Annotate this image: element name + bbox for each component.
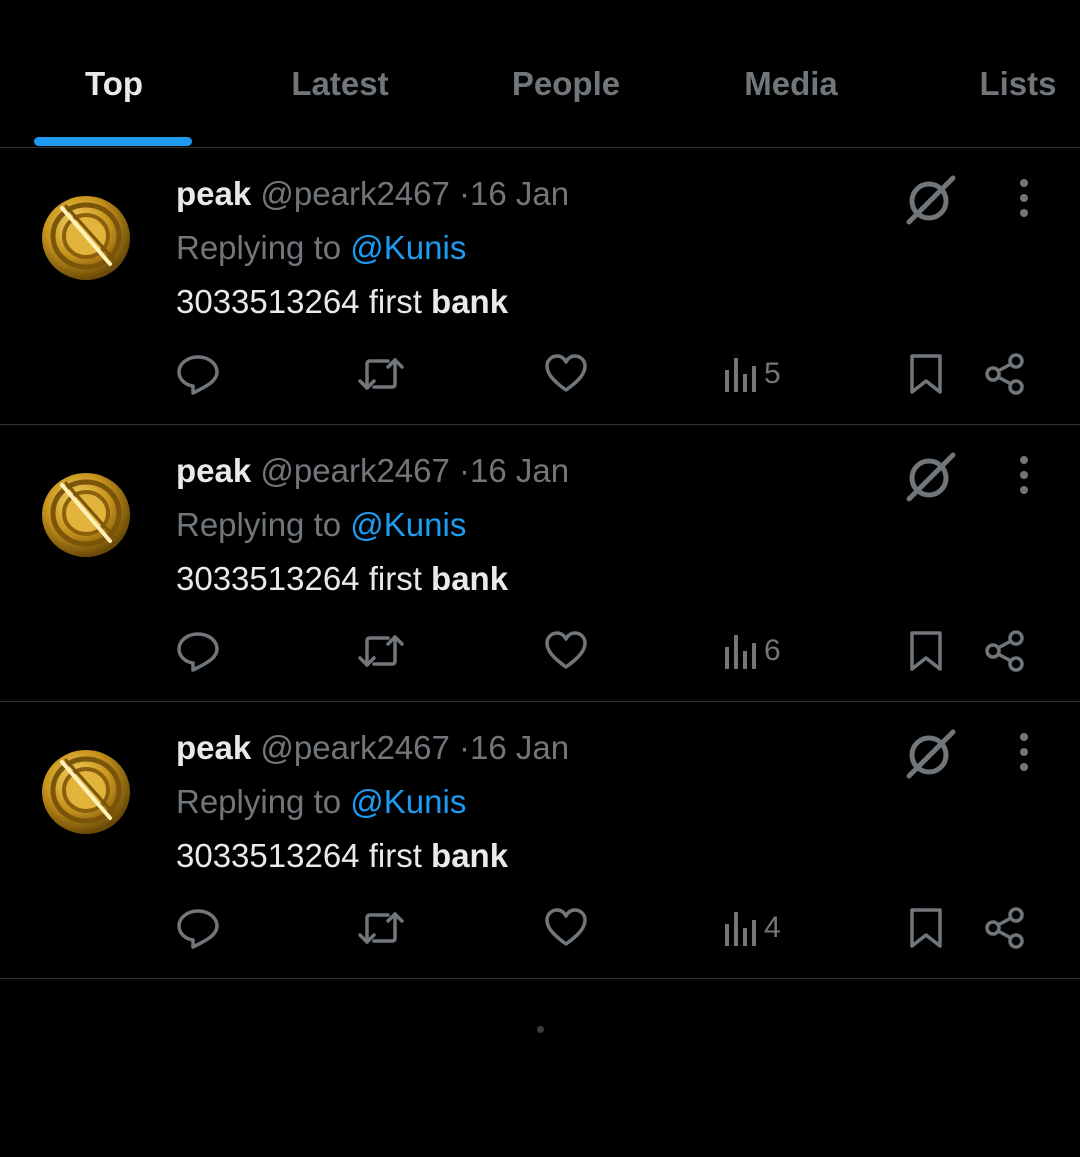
author-handle[interactable]: @peark2467 [260, 452, 449, 489]
search-tabs: Top Latest People Media Lists [0, 0, 1080, 148]
avatar[interactable] [40, 744, 132, 836]
reply-button[interactable] [176, 629, 220, 673]
reply-icon [177, 909, 219, 949]
tab-top[interactable]: Top [62, 62, 166, 106]
repost-icon [358, 912, 404, 944]
reply-icon [177, 355, 219, 395]
author-handle[interactable]: @peark2467 [260, 175, 449, 212]
bookmark-icon [910, 908, 942, 948]
reply-button[interactable] [176, 906, 220, 950]
post-text-bold: bank [431, 837, 509, 874]
views-count: 4 [764, 911, 781, 944]
heart-icon [545, 631, 587, 669]
separator-dot: · [459, 175, 471, 212]
repost-button[interactable] [358, 352, 404, 396]
views-button[interactable]: 4 [722, 906, 781, 950]
post-text-bold: bank [431, 560, 509, 597]
post-text-plain: 3033513264 first [176, 837, 422, 874]
post-text-plain: 3033513264 first [176, 560, 422, 597]
bookmark-icon [910, 631, 942, 671]
author-handle[interactable]: @peark2467 [260, 729, 449, 766]
views-icon [725, 358, 756, 392]
bookmark-icon [910, 354, 942, 394]
post-date[interactable]: 16 Jan [470, 452, 569, 489]
grok-icon[interactable] [903, 172, 957, 226]
share-button[interactable] [983, 906, 1027, 950]
share-icon [985, 907, 1024, 949]
reply-button[interactable] [176, 352, 220, 396]
repost-icon [358, 635, 404, 667]
bookmark-button[interactable] [906, 352, 946, 396]
tab-people[interactable]: People [494, 62, 638, 106]
heart-icon [545, 908, 587, 946]
bookmark-button[interactable] [906, 906, 946, 950]
like-button[interactable] [544, 906, 588, 950]
post-text: 3033513264 first bank [176, 282, 508, 322]
share-icon [985, 630, 1024, 672]
views-icon [725, 912, 756, 946]
separator-dot: · [459, 729, 471, 766]
separator-dot: · [459, 452, 471, 489]
replying-prefix: Replying to [176, 506, 342, 543]
post-header: peak @peark2467 ·16 Jan [176, 451, 569, 491]
like-button[interactable] [544, 352, 588, 396]
post-text: 3033513264 first bank [176, 559, 508, 599]
author-name[interactable]: peak [176, 452, 251, 489]
more-vertical-icon[interactable] [1008, 178, 1040, 218]
replying-prefix: Replying to [176, 783, 342, 820]
bookmark-button[interactable] [906, 629, 946, 673]
post-date[interactable]: 16 Jan [470, 729, 569, 766]
post-text: 3033513264 first bank [176, 836, 508, 876]
tab-media[interactable]: Media [724, 62, 858, 106]
heart-icon [545, 354, 587, 392]
share-icon [985, 353, 1024, 395]
share-button[interactable] [983, 629, 1027, 673]
replying-to-line: Replying to @Kunis [176, 505, 466, 545]
post-header: peak @peark2467 ·16 Jan [176, 174, 569, 214]
tab-lists[interactable]: Lists [962, 62, 1074, 106]
loading-indicator [537, 1026, 544, 1033]
repost-icon [358, 358, 404, 390]
grok-icon[interactable] [903, 449, 957, 503]
post[interactable]: peak @peark2467 ·16 Jan Replying to @Kun… [0, 425, 1080, 702]
more-vertical-icon[interactable] [1008, 732, 1040, 772]
like-button[interactable] [544, 629, 588, 673]
replying-to-line: Replying to @Kunis [176, 782, 466, 822]
views-count: 6 [764, 634, 781, 667]
grok-icon[interactable] [903, 726, 957, 780]
views-icon [725, 635, 756, 669]
tab-latest[interactable]: Latest [270, 62, 410, 106]
views-button[interactable]: 5 [722, 352, 781, 396]
avatar[interactable] [40, 190, 132, 282]
share-button[interactable] [983, 352, 1027, 396]
mention-link[interactable]: @Kunis [350, 783, 466, 820]
repost-button[interactable] [358, 906, 404, 950]
post-text-plain: 3033513264 first [176, 283, 422, 320]
repost-button[interactable] [358, 629, 404, 673]
post[interactable]: peak @peark2467 ·16 Jan Replying to @Kun… [0, 702, 1080, 979]
replying-prefix: Replying to [176, 229, 342, 266]
replying-to-line: Replying to @Kunis [176, 228, 466, 268]
post-text-bold: bank [431, 283, 509, 320]
views-button[interactable]: 6 [722, 629, 781, 673]
post-header: peak @peark2467 ·16 Jan [176, 728, 569, 768]
post[interactable]: peak @peark2467 ·16 Jan Replying to @Kun… [0, 148, 1080, 425]
mention-link[interactable]: @Kunis [350, 229, 466, 266]
author-name[interactable]: peak [176, 175, 251, 212]
mention-link[interactable]: @Kunis [350, 506, 466, 543]
views-count: 5 [764, 357, 781, 390]
avatar[interactable] [40, 467, 132, 559]
post-date[interactable]: 16 Jan [470, 175, 569, 212]
more-vertical-icon[interactable] [1008, 455, 1040, 495]
reply-icon [177, 632, 219, 672]
active-tab-indicator [34, 137, 192, 146]
author-name[interactable]: peak [176, 729, 251, 766]
